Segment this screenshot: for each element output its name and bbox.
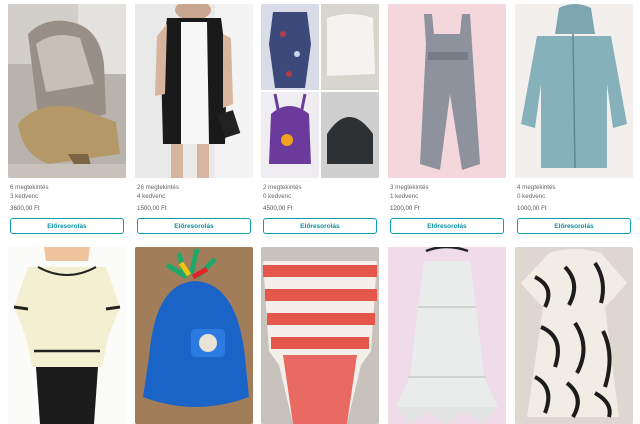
- favorites-count: 0 kedvenc: [263, 193, 292, 200]
- zebra-print-dress-photo[interactable]: [515, 247, 633, 424]
- listing-stats: 3 megtekintés 1 kedvenc 1200,00 Ft: [390, 183, 429, 213]
- price: 1000,00 Ft: [517, 205, 547, 212]
- views-count: 4 megtekintés: [517, 184, 556, 191]
- listing-stats: 4 megtekintés 0 kedvenc 1000,00 Ft: [517, 183, 556, 213]
- cold-shoulder-blouse-photo[interactable]: [8, 247, 126, 424]
- price: 3600,00 Ft: [10, 205, 40, 212]
- boost-button[interactable]: Előresorolás: [137, 218, 251, 234]
- views-count: 2 megtekintés: [263, 184, 302, 191]
- blue-kids-hat-photo[interactable]: [135, 247, 253, 424]
- price: 1500,00 Ft: [137, 205, 167, 212]
- grey-jumpsuit-photo[interactable]: [388, 4, 506, 178]
- boost-button[interactable]: Előresorolás: [10, 218, 124, 234]
- boost-button[interactable]: Előresorolás: [263, 218, 377, 234]
- white-crochet-dress-photo[interactable]: [388, 247, 506, 424]
- views-count: 26 megtekintés: [137, 184, 179, 191]
- clothes-collage-photo[interactable]: [261, 4, 379, 178]
- favorites-count: 0 kedvenc: [517, 193, 546, 200]
- favorites-count: 1 kedvenc: [390, 193, 419, 200]
- blue-hoodie-photo[interactable]: [515, 4, 633, 178]
- listing-stats: 2 megtekintés 0 kedvenc 4500,00 Ft: [263, 183, 302, 213]
- fur-lined-boots-photo[interactable]: [8, 4, 126, 178]
- boost-button[interactable]: Előresorolás: [517, 218, 631, 234]
- price: 4500,00 Ft: [263, 205, 293, 212]
- listing-stats: 26 megtekintés 4 kedvenc 1500,00 Ft: [137, 183, 179, 213]
- views-count: 3 megtekintés: [390, 184, 429, 191]
- favorites-count: 3 kedvenc: [10, 193, 39, 200]
- views-count: 6 megtekintés: [10, 184, 49, 191]
- boost-button[interactable]: Előresorolás: [390, 218, 504, 234]
- striped-knit-top-photo[interactable]: [261, 247, 379, 424]
- black-white-dress-photo[interactable]: [135, 4, 253, 178]
- favorites-count: 4 kedvenc: [137, 193, 166, 200]
- price: 1200,00 Ft: [390, 205, 420, 212]
- listing-stats: 6 megtekintés 3 kedvenc 3600,00 Ft: [10, 183, 49, 213]
